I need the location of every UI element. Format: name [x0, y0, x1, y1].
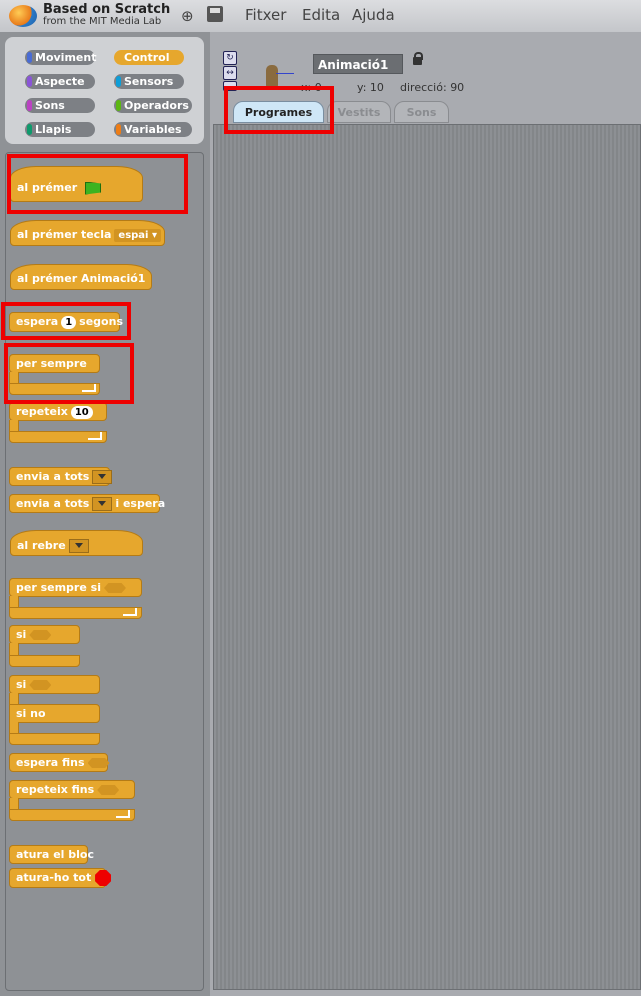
forever-if-block[interactable]: per sempre si [9, 578, 142, 597]
sprite-name-field[interactable]: Animació1 [313, 54, 403, 74]
loop-arrow-icon [116, 810, 130, 818]
if-else-block[interactable]: si [9, 675, 100, 694]
repeat-until-block-foot [9, 809, 135, 821]
repeat-count-input[interactable]: 10 [70, 405, 93, 419]
if-block-foot [9, 655, 80, 667]
scratch-logo-icon [9, 5, 37, 27]
category-control[interactable]: Control [114, 50, 184, 65]
key-dropdown[interactable]: espai ▾ [114, 228, 161, 242]
repeat-block[interactable]: repeteix 10 [9, 402, 107, 421]
app-title: Based on Scratch [43, 2, 171, 17]
top-bar: Based on Scratch from the MIT Media Lab … [0, 0, 641, 32]
else-section: si no [9, 704, 100, 723]
sound-color-icon [27, 100, 32, 111]
flip-style-icon[interactable]: ↔ [223, 66, 237, 80]
operators-color-icon [116, 100, 121, 111]
wait-until-block[interactable]: espera fins [9, 753, 110, 772]
category-variables[interactable]: Variables [114, 122, 192, 137]
condition-slot[interactable] [29, 630, 52, 640]
highlight-scripts-tab [224, 86, 334, 134]
category-sound[interactable]: Sons [25, 98, 95, 113]
category-sensing[interactable]: Sensors [114, 74, 184, 89]
sensing-color-icon [116, 76, 121, 87]
control-color-icon [116, 52, 121, 63]
when-receive-block[interactable]: al rebre [10, 530, 143, 556]
when-key-pressed-block[interactable]: al prémer tecla espai ▾ [10, 220, 165, 246]
stop-all-block[interactable]: atura-ho tot [9, 868, 112, 888]
repeat-block-foot [9, 431, 107, 443]
category-motion[interactable]: Moviment [25, 50, 96, 65]
motion-color-icon [27, 52, 32, 63]
menu-edit[interactable]: Edita [302, 6, 340, 24]
forever-if-block-foot [9, 607, 142, 619]
loop-arrow-icon [123, 608, 137, 616]
rotate-style-icon[interactable]: ↻ [223, 51, 237, 65]
condition-slot[interactable] [29, 680, 52, 690]
category-panel: Moviment Control Aspecte Sensors Sons Op… [5, 37, 204, 144]
highlight-wait [1, 302, 131, 340]
if-else-block-foot [9, 733, 100, 745]
condition-slot[interactable] [97, 785, 120, 795]
broadcast-and-wait-block[interactable]: envia a tots i espera [9, 494, 165, 513]
app-subtitle: from the MIT Media Lab [43, 16, 162, 27]
broadcast-wait-message-dropdown[interactable] [92, 497, 113, 511]
stop-sign-icon [95, 870, 112, 886]
tab-sounds[interactable]: Sons [394, 101, 449, 123]
sprite-direction: direcció: 90 [400, 81, 465, 94]
broadcast-block[interactable]: envia a tots [9, 467, 113, 486]
menu-help[interactable]: Ajuda [352, 6, 395, 24]
if-block[interactable]: si [9, 625, 80, 644]
tab-costumes[interactable]: Vestits [327, 101, 391, 123]
receive-message-dropdown[interactable] [68, 539, 89, 553]
loop-arrow-icon [88, 432, 102, 440]
looks-color-icon [27, 76, 32, 87]
variables-color-icon [116, 124, 121, 135]
scripts-area[interactable] [213, 124, 641, 990]
repeat-until-block[interactable]: repeteix fins [9, 780, 135, 799]
highlight-when-flag [7, 154, 188, 214]
highlight-forever [4, 343, 134, 404]
pen-color-icon [27, 124, 32, 135]
lock-shackle [414, 52, 423, 60]
condition-slot[interactable] [103, 583, 126, 593]
category-pen[interactable]: Llapis [25, 122, 95, 137]
category-operators[interactable]: Operadors [114, 98, 192, 113]
stop-script-block[interactable]: atura el bloc [9, 845, 94, 864]
category-looks[interactable]: Aspecte [25, 74, 95, 89]
save-icon[interactable] [207, 6, 223, 22]
sprite-y: y: 10 [357, 81, 384, 94]
broadcast-message-dropdown[interactable] [92, 470, 113, 484]
condition-slot[interactable] [87, 758, 110, 768]
globe-icon[interactable]: ⊕ [181, 7, 194, 25]
menu-file[interactable]: Fitxer [245, 6, 286, 24]
when-sprite-clicked-block[interactable]: al prémer Animació1 [10, 264, 152, 290]
